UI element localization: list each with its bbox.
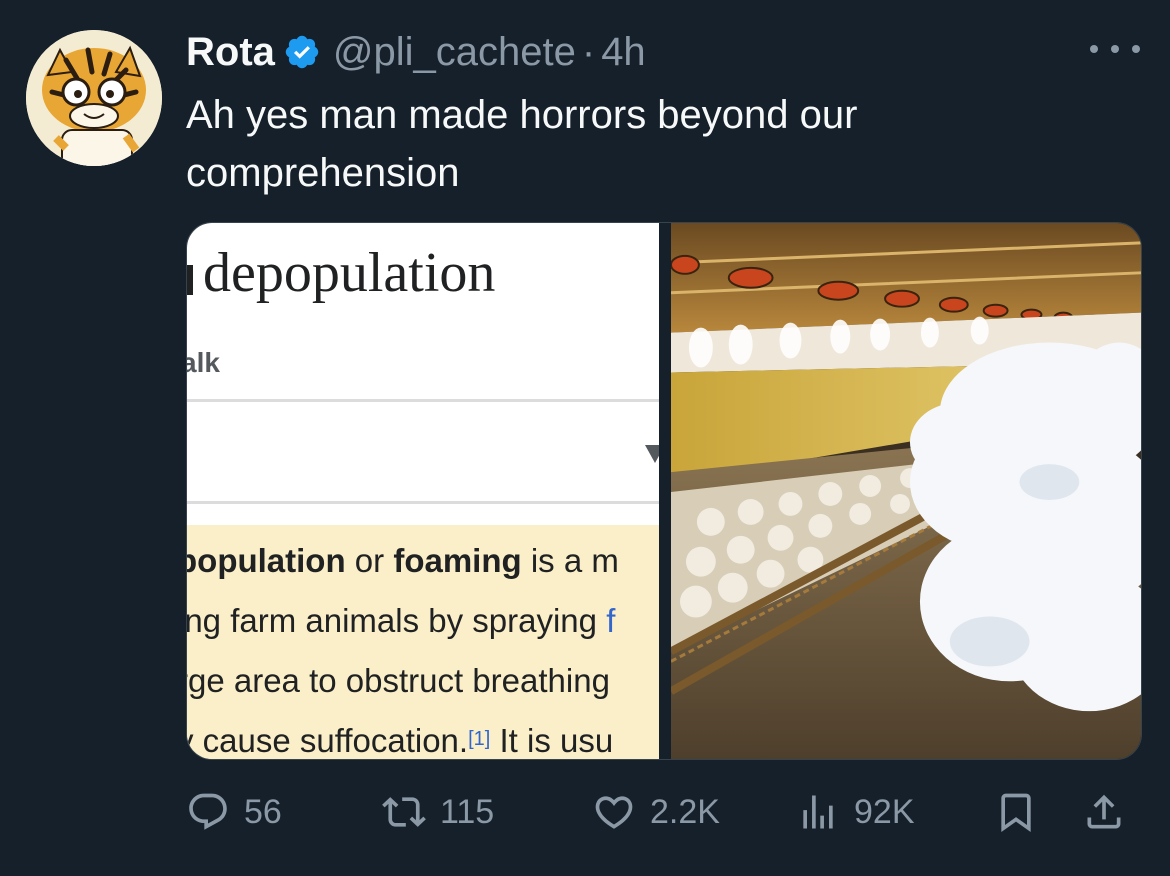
action-bar: 56 115 2.2K 92K <box>186 784 1136 840</box>
wiki-text: is a m <box>521 542 619 579</box>
share-icon <box>1087 794 1121 829</box>
author-name[interactable]: Rota <box>186 30 275 75</box>
wiki-paragraph: population or foaming is a m ing farm ani… <box>187 531 659 759</box>
bookmark-icon <box>1001 793 1031 833</box>
wiki-highlight-box: population or foaming is a m ing farm ani… <box>187 525 659 759</box>
wiki-text: population <box>187 542 346 579</box>
views-icon <box>803 795 833 829</box>
wiki-line: population or foaming is a m <box>187 531 659 591</box>
media-gap <box>659 223 671 759</box>
reply-button[interactable]: 56 <box>186 790 282 834</box>
wiki-text: y cause suffocation. <box>187 722 469 759</box>
separator-dot: · <box>581 29 596 74</box>
wiki-text: or <box>345 542 394 579</box>
reply-count: 56 <box>244 792 282 831</box>
wiki-talk-tab: alk <box>187 347 220 378</box>
poultry-house-foam-photo[interactable] <box>671 223 1141 759</box>
timestamp[interactable]: 4h <box>601 30 646 75</box>
avatar[interactable] <box>26 30 162 166</box>
views-button[interactable]: 92K <box>796 790 915 834</box>
views-count: 92K <box>854 792 915 831</box>
wiki-title: depopulation <box>203 242 496 304</box>
wiki-text: foaming <box>393 542 522 579</box>
wiki-citation[interactable]: [1] <box>468 728 490 750</box>
wiki-text: It is usu <box>490 722 614 759</box>
share-button[interactable] <box>1082 790 1126 834</box>
like-count: 2.2K <box>650 792 720 831</box>
wiki-line: y cause suffocation.[1] It is usu <box>187 711 659 759</box>
retweet-button[interactable]: 115 <box>382 790 494 834</box>
like-button[interactable]: 2.2K <box>592 790 720 834</box>
bookmark-button[interactable] <box>994 790 1038 834</box>
more-icon[interactable] <box>1090 36 1140 62</box>
tweet-header: Rota @pli_cachete · 4h <box>186 26 646 78</box>
wiki-title-edge <box>187 265 193 295</box>
author-handle[interactable]: @pli_cachete <box>333 30 576 75</box>
tweet: Rota @pli_cachete · 4h Ah yes man made h… <box>0 0 1170 876</box>
retweet-count: 115 <box>440 792 495 831</box>
more-dot <box>1090 45 1098 53</box>
divider <box>187 399 659 402</box>
tweet-text: Ah yes man made horrors beyond our compr… <box>186 93 858 195</box>
wiki-line: ing farm animals by spraying f <box>187 591 659 651</box>
dropdown-arrow-icon <box>645 445 659 463</box>
wiki-text: ing farm animals by spraying <box>187 602 607 639</box>
wiki-text: rge area to obstruct breathing <box>187 662 610 699</box>
wiki-screenshot-image[interactable]: depopulation alk population or foaming i… <box>187 223 659 759</box>
more-dot <box>1111 45 1119 53</box>
wiki-link[interactable]: f <box>606 602 615 639</box>
like-icon <box>595 796 633 829</box>
reply-icon <box>189 793 227 830</box>
tweet-media: depopulation alk population or foaming i… <box>186 222 1142 760</box>
divider <box>187 501 659 504</box>
wiki-line: rge area to obstruct breathing <box>187 651 659 711</box>
retweet-icon <box>382 797 426 827</box>
verified-badge-icon[interactable] <box>283 33 321 71</box>
more-dot <box>1132 45 1140 53</box>
